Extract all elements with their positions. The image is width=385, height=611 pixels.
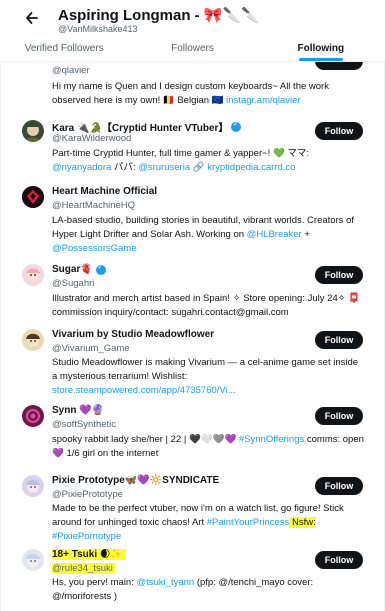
verified-badge-icon [95, 263, 106, 275]
account-bio: Hi my name is Quen and I design custom k… [52, 81, 329, 106]
account-name: Vivarium by Studio Meadowflower [52, 329, 215, 340]
avatar[interactable] [22, 549, 44, 571]
list-item[interactable]: Sugar🫀 @Sugahri Follow Illustrator and m… [0, 261, 385, 331]
account-handle: @PixiePrototype [52, 489, 123, 500]
bio-link[interactable]: #PaintYourPrincess [207, 517, 290, 528]
follow-button[interactable]: Follow [315, 407, 363, 425]
avatar[interactable] [22, 120, 44, 142]
back-arrow-icon[interactable] [22, 8, 42, 28]
header-bar: Aspiring Longman - 🎀🔪🔪 @VanMilkshake413 [0, 0, 385, 40]
bio-link[interactable]: @HLBreaker [247, 229, 302, 240]
bio-link[interactable]: store.steampowered.com/app/4735760/Vi... [52, 385, 236, 396]
account-bio: Hs, you perv! main: @tsuki_tyann (pfp: @… [52, 577, 314, 602]
account-handle: @KaraWilderwood [52, 133, 132, 144]
account-name: Sugar🫀 [52, 263, 106, 275]
tab-verified-followers[interactable]: Verified Followers [0, 40, 128, 61]
bio-link[interactable]: @sruruseria [138, 162, 190, 173]
account-handle: @softSynthetic [52, 419, 117, 430]
account-handle: @Vivarium_Game [52, 343, 130, 354]
profile-handle: @VanMilkshake413 [58, 24, 138, 34]
account-name: Kara 🔌🐊【Cryptid Hunter VTuber】 [52, 119, 242, 134]
account-handle: @rule34_tsuki [52, 563, 115, 574]
bio-link[interactable]: @PossessorsGame [52, 243, 137, 254]
account-bio: Illustrator and merch artist based in Sp… [52, 293, 361, 318]
list-item[interactable]: Vivarium by Studio Meadowflower @Vivariu… [0, 326, 385, 396]
account-name: 18+ Tsuki 🌒✨ [52, 549, 126, 560]
tab-bar: Verified Followers Followers Following [0, 40, 385, 62]
account-handle: @HeartMachineHQ [52, 200, 136, 211]
avatar[interactable] [22, 186, 44, 208]
bio-link[interactable]: @tsuki_tyann [136, 577, 194, 588]
list-item[interactable]: @qlavier Hi my name is Quen and I design… [0, 62, 385, 116]
following-list: @qlavier Hi my name is Quen and I design… [0, 62, 385, 611]
follow-button[interactable]: Follow [315, 122, 363, 140]
account-name: Pixie Prototype🦋💜🔆SYNDICATE [52, 475, 220, 486]
follow-button[interactable] [315, 62, 363, 70]
account-handle: @Sugahri [52, 278, 95, 289]
follow-button[interactable]: Follow [315, 331, 363, 349]
avatar[interactable] [22, 475, 44, 497]
list-item[interactable]: Synn 💜🔮 @softSynthetic Follow spooky rab… [0, 402, 385, 464]
follow-button[interactable]: Follow [315, 477, 363, 495]
follow-button[interactable]: Follow [315, 266, 363, 284]
avatar[interactable] [22, 329, 44, 351]
account-handle: @qlavier [52, 65, 90, 76]
verified-badge-icon [231, 120, 242, 132]
tab-following[interactable]: Following [257, 40, 385, 61]
account-bio: Part-time Cryptid Hunter, full time game… [52, 148, 310, 173]
follow-button[interactable]: Follow [315, 551, 363, 569]
account-bio: Studio Meadowflower is making Vivarium —… [52, 357, 359, 396]
account-name: Heart Machine Official [52, 186, 158, 197]
profile-title: Aspiring Longman - 🎀🔪🔪 [58, 7, 260, 24]
highlighted-text: Nsfw: [289, 517, 316, 528]
avatar[interactable] [22, 264, 44, 286]
list-item[interactable]: 18+ Tsuki 🌒✨ @rule34_tsuki Follow Hs, yo… [0, 546, 385, 611]
account-bio: spooky rabbit lady she/her | 22 | 🖤🤍🩶💜 #… [52, 434, 364, 459]
bio-link[interactable]: kryptidpedia.carrd.co [207, 162, 295, 173]
tab-followers[interactable]: Followers [128, 40, 256, 61]
bio-link[interactable]: #PixiePornotype [52, 531, 121, 542]
bio-link[interactable]: instagr.am/qlavier [226, 95, 300, 106]
bio-link[interactable]: #SynnOfferings [239, 434, 304, 445]
account-bio: Made to be the perfect vtuber, now i'm o… [52, 503, 344, 542]
account-bio: LA-based studio, building stories in bea… [52, 215, 355, 254]
avatar[interactable] [22, 405, 44, 427]
list-item[interactable]: Heart Machine Official @HeartMachineHQ L… [0, 182, 385, 258]
bio-link[interactable]: @nyanyadora [52, 162, 111, 173]
list-item[interactable]: Pixie Prototype🦋💜🔆SYNDICATE @PixieProtot… [0, 472, 385, 548]
account-name: Synn 💜🔮 [52, 405, 105, 416]
